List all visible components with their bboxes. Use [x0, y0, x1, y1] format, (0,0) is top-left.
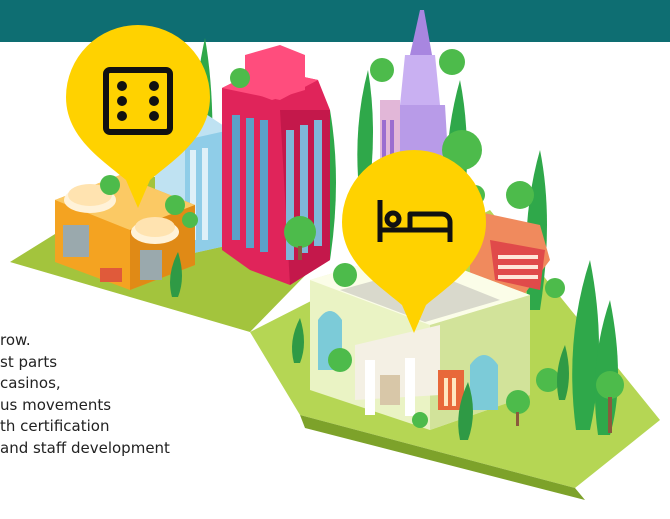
body-text: row. st parts casinos, us movements th c…	[0, 330, 170, 459]
body-text-line: and staff development	[0, 438, 170, 457]
body-text-line: st parts	[0, 352, 58, 371]
body-text-line: th certification	[0, 417, 110, 435]
body-text-line: row.	[0, 331, 31, 349]
body-text-line: us movements	[0, 395, 112, 414]
body-text-line: casinos,	[0, 374, 61, 392]
